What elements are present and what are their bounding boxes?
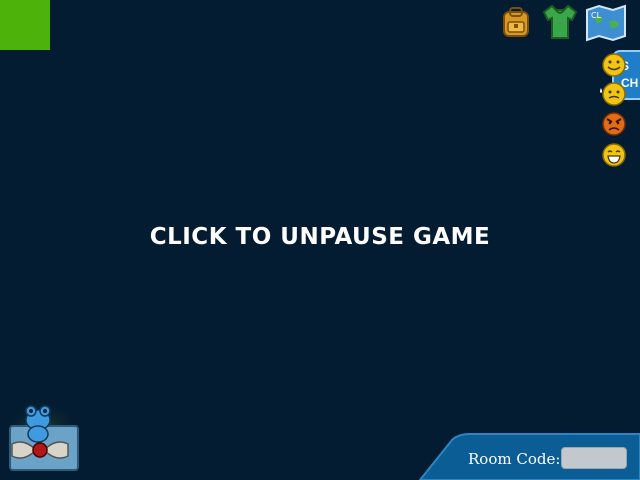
happy-emote-icon[interactable] [601, 52, 627, 78]
sweat-emote-icon[interactable] [598, 80, 628, 108]
room-code-input[interactable] [561, 447, 627, 469]
map-icon[interactable]: CL [585, 4, 627, 42]
backpack-icon[interactable] [498, 6, 534, 40]
shirt-icon[interactable] [540, 2, 580, 42]
frog-mascot-icon[interactable] [4, 400, 84, 476]
room-code-label: Room Code: [468, 450, 561, 468]
laugh-emote-icon[interactable] [601, 142, 627, 168]
unpause-message[interactable]: CLICK TO UNPAUSE GAME [0, 224, 640, 250]
green-square [0, 0, 50, 50]
svg-text:CL: CL [591, 11, 602, 20]
angry-emote-icon[interactable] [601, 111, 627, 137]
top-toolbar: CL [490, 0, 640, 44]
